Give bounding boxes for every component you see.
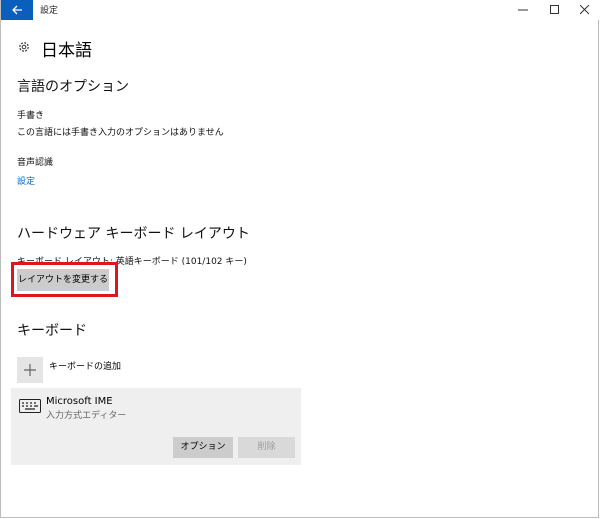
app-title: 設定 [40,6,59,16]
back-button[interactable] [1,0,33,20]
options-button[interactable]: オプション [173,437,233,458]
plus-icon-box [17,357,43,383]
ime-name: Microsoft IME [46,396,113,407]
highlight-box [11,262,118,297]
speech-label: 音声認識 [17,158,54,168]
maximize-icon [550,5,559,14]
gear-icon [19,42,29,52]
keyboards-heading: キーボード [17,323,87,339]
close-icon [580,5,590,15]
keyboard-icon [19,399,41,413]
add-keyboard-label: キーボードの追加 [49,362,122,372]
close-button[interactable] [569,0,600,20]
title-bar: 設定 [1,0,600,20]
minimize-button[interactable] [507,0,539,20]
hardware-keyboard-heading: ハードウェア キーボード レイアウト [17,226,250,242]
page-title: 日本語 [41,41,92,61]
maximize-button[interactable] [539,0,571,20]
minimize-icon [518,9,528,11]
settings-window: 設定 日本語 言語のオプション 手書き この言語には手書き入力のオプションはあり… [0,0,600,518]
back-arrow-icon [12,5,22,15]
remove-button[interactable]: 削除 [238,437,295,458]
handwriting-label: 手書き [17,111,45,121]
ime-subtitle: 入力方式エディター [46,411,127,421]
ime-list-item[interactable]: Microsoft IME 入力方式エディター オプション 削除 [11,388,301,465]
language-options-heading: 言語のオプション [17,79,129,95]
handwriting-value: この言語には手書き入力のオプションはありません [17,128,224,138]
speech-settings-link[interactable]: 設定 [17,174,35,187]
plus-icon [24,364,36,376]
